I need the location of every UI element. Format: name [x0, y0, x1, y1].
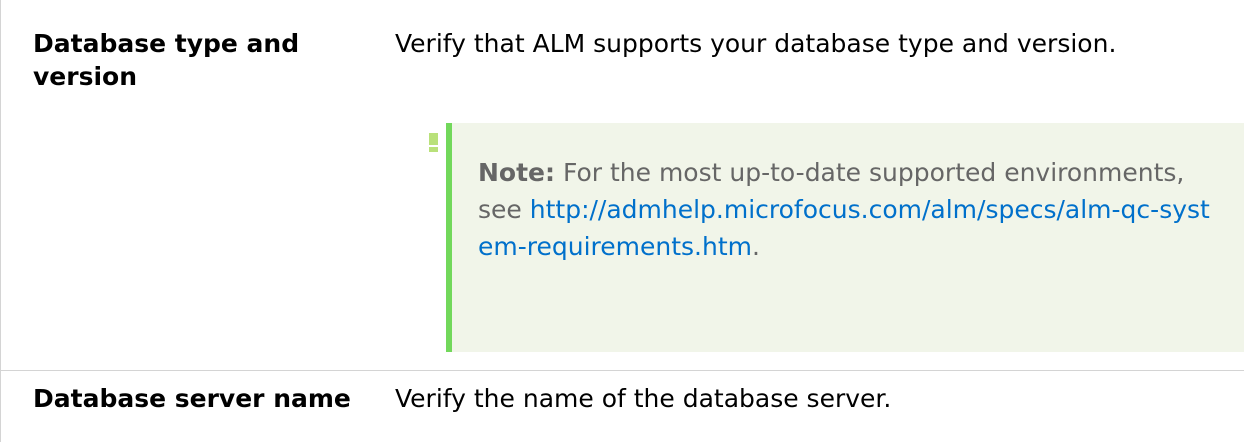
requirements-table: Database type and version Verify that AL… [0, 0, 1244, 442]
exclamation-icon [429, 133, 438, 152]
term-cell: Database server name [33, 384, 351, 413]
note-label: Note: [478, 158, 556, 187]
definition-cell: Verify that ALM supports your database t… [395, 29, 1117, 58]
document-page: Database type and version Verify that AL… [0, 0, 1244, 442]
table-row: Database type and version Verify that AL… [1, 0, 1244, 370]
note-box: Note: For the most up-to-date supported … [446, 123, 1244, 352]
definition-cell: Verify the name of the database server. [395, 384, 892, 413]
note-text: Note: For the most up-to-date supported … [478, 154, 1218, 265]
requirements-link[interactable]: http://admhelp.microfocus.com/alm/specs/… [478, 195, 1210, 261]
note-period: . [752, 232, 760, 261]
table-row: Database server name Verify the name of … [1, 370, 1244, 442]
term-cell: Database type and version [33, 29, 300, 91]
